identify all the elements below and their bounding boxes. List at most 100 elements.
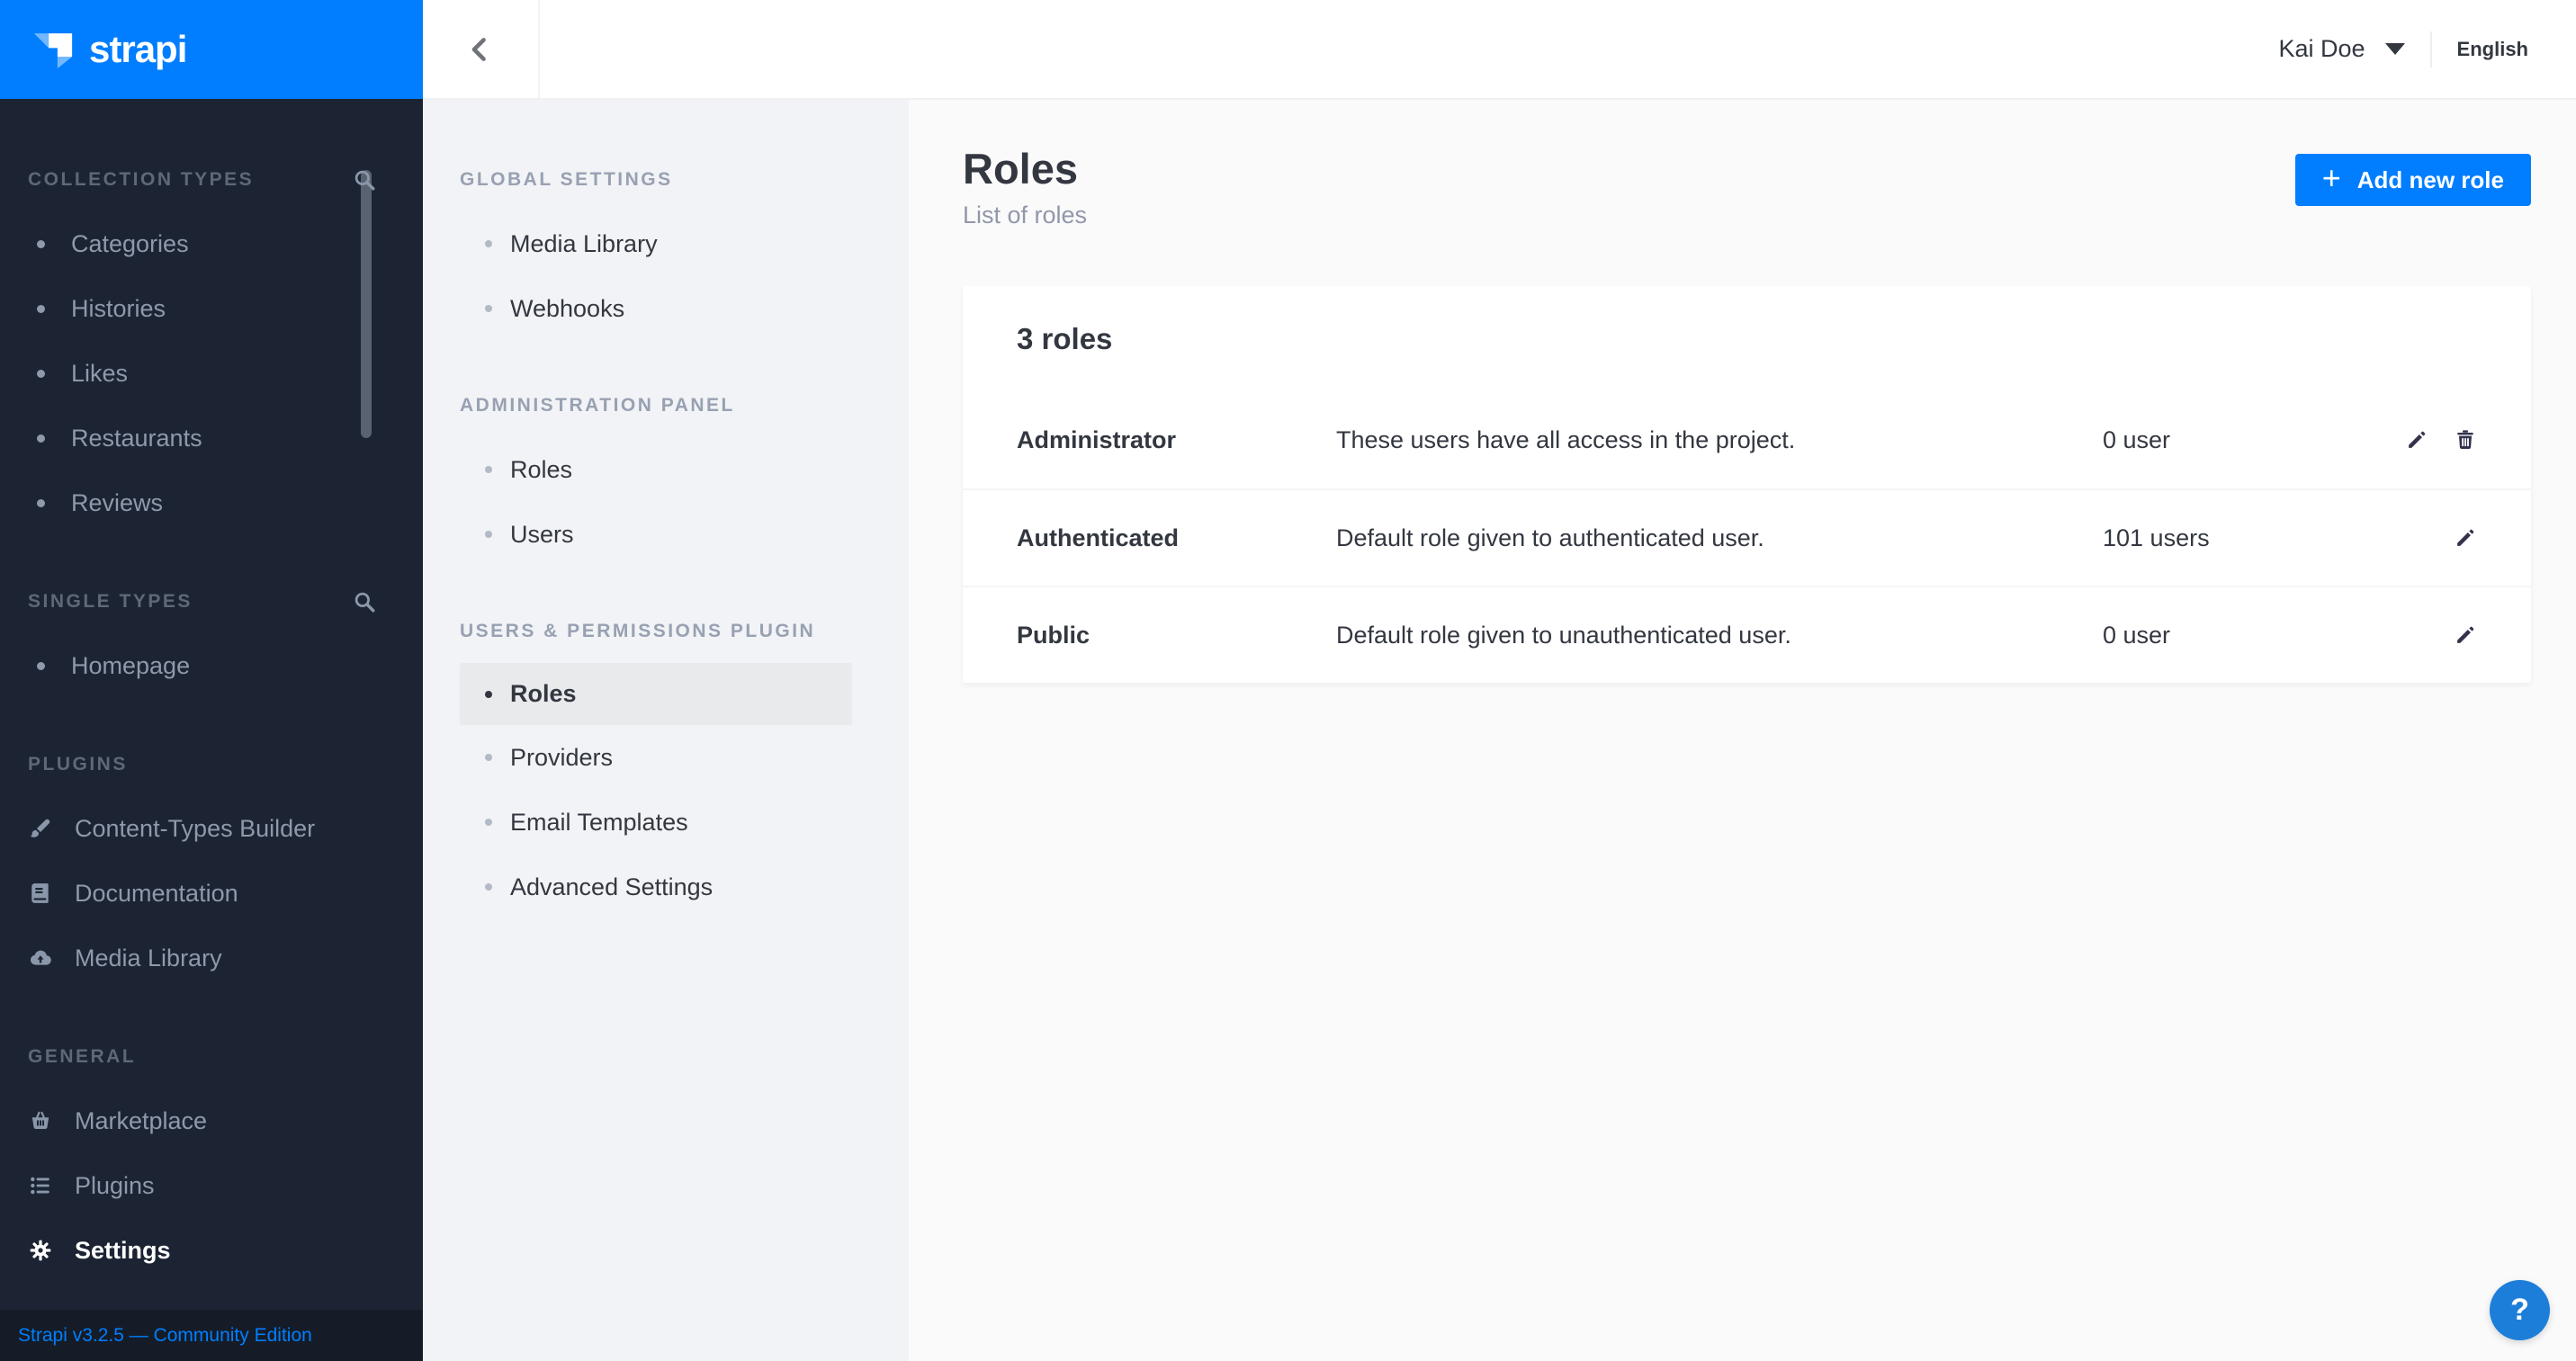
search-icon[interactable] [353,590,376,613]
strapi-logo[interactable]: strapi [0,0,423,99]
row-actions [2391,526,2477,550]
section-title: SINGLE TYPES [28,591,353,613]
back-button[interactable] [423,0,540,98]
sidebar-item-label: Histories [71,295,166,323]
page-header: Roles List of roles + Add new role [963,144,2531,229]
page-title-block: Roles List of roles [963,144,1087,229]
edit-pencil-icon[interactable] [2454,526,2477,550]
edit-pencil-icon[interactable] [2405,428,2428,452]
section-plugins: PLUGINS Content-Types Builder Documentat… [0,732,423,990]
settings-item-admin-users[interactable]: Users [423,502,909,567]
plus-icon: + [2322,162,2341,198]
chevron-left-icon [465,34,496,65]
roles-count-header: 3 roles [963,286,2531,391]
edit-pencil-icon[interactable] [2454,623,2477,647]
settings-item-advanced-settings[interactable]: Advanced Settings [423,855,909,919]
sidebar-item-categories[interactable]: Categories [0,211,423,276]
sidebar-item-reviews[interactable]: Reviews [0,470,423,535]
user-name: Kai Doe [2278,35,2365,63]
role-user-count: 0 user [2103,622,2391,649]
row-actions [2391,623,2477,647]
section-general: GENERAL Marketplace Plugins [0,1025,423,1283]
bullet-icon [37,499,45,507]
main-content: Roles List of roles + Add new role 3 rol… [909,100,2576,1361]
settings-item-label: Roles [510,456,572,484]
language-selector[interactable]: English [2457,38,2528,61]
bullet-icon [485,883,492,891]
sidebar-item-label: Media Library [75,945,222,972]
brand-name: strapi [89,28,186,71]
role-name: Administrator [1017,426,1336,454]
sidebar-item-documentation[interactable]: Documentation [0,861,423,926]
sidebar-item-content-types-builder[interactable]: Content-Types Builder [0,796,423,861]
search-icon[interactable] [353,168,376,192]
sidebar-item-label: Likes [71,360,128,388]
bullet-icon [37,662,45,670]
help-button[interactable]: ? [2490,1280,2550,1340]
section-title: COLLECTION TYPES [28,169,353,191]
strapi-version-link[interactable]: Strapi v3.2.5 — Community Edition [18,1325,312,1347]
sidebar-item-restaurants[interactable]: Restaurants [0,406,423,470]
settings-item-admin-roles[interactable]: Roles [423,437,909,502]
basket-icon [29,1109,52,1133]
bullet-icon [37,240,45,248]
sidebar-item-label: Reviews [71,489,163,517]
bullet-icon [485,466,492,473]
settings-item-up-roles[interactable]: Roles [460,663,852,725]
bullet-icon [485,305,492,312]
role-description: Default role given to authenticated user… [1336,524,2103,552]
sidebar-item-histories[interactable]: Histories [0,276,423,341]
sidebar-item-label: Plugins [75,1172,155,1200]
section-single-types: SINGLE TYPES Homepage [0,569,423,698]
user-menu[interactable]: Kai Doe [2278,35,2404,63]
sidebar-item-media-library[interactable]: Media Library [0,926,423,990]
sidebar-item-marketplace[interactable]: Marketplace [0,1088,423,1153]
delete-trash-icon[interactable] [2454,428,2477,452]
settings-item-media-library[interactable]: Media Library [423,211,909,276]
page-title: Roles [963,144,1087,194]
section-collection-types: COLLECTION TYPES Categories Histories Li… [0,148,423,535]
sidebar-item-settings[interactable]: Settings [0,1218,423,1283]
settings-item-webhooks[interactable]: Webhooks [423,276,909,341]
sidebar-item-label: Categories [71,230,189,258]
settings-section-admin-panel: ADMINISTRATION PANEL Roles Users [423,373,909,567]
main-sidebar: strapi COLLECTION TYPES Categories Histo… [0,0,423,1361]
bullet-icon [37,434,45,443]
topbar: Kai Doe English [423,0,2576,100]
settings-item-email-templates[interactable]: Email Templates [423,790,909,855]
settings-item-providers[interactable]: Providers [423,725,909,790]
settings-section-title: USERS & PERMISSIONS PLUGIN [423,599,909,663]
settings-item-label: Roles [510,680,577,708]
settings-sidebar: GLOBAL SETTINGS Media Library Webhooks A… [423,100,909,1361]
roles-count-label: 3 roles [1017,322,1112,356]
table-row-administrator[interactable]: Administrator These users have all acces… [963,391,2531,488]
role-user-count: 101 users [2103,524,2391,552]
sidebar-item-label: Documentation [75,880,238,908]
sidebar-footer: Strapi v3.2.5 — Community Edition [0,1310,423,1361]
sidebar-item-plugins[interactable]: Plugins [0,1153,423,1218]
sidebar-item-label: Restaurants [71,425,202,452]
settings-item-label: Providers [510,744,613,772]
page-subtitle: List of roles [963,201,1087,229]
add-new-role-button[interactable]: + Add new role [2295,154,2531,206]
strapi-logo-icon [30,26,76,73]
sidebar-item-label: Marketplace [75,1107,207,1135]
bullet-icon [485,240,492,247]
table-row-authenticated[interactable]: Authenticated Default role given to auth… [963,488,2531,586]
table-row-public[interactable]: Public Default role given to unauthentic… [963,586,2531,683]
sidebar-item-label: Settings [75,1237,171,1265]
role-user-count: 0 user [2103,426,2391,454]
row-actions [2391,428,2477,452]
gear-icon [29,1239,52,1262]
settings-section-global: GLOBAL SETTINGS Media Library Webhooks [423,148,909,341]
settings-item-label: Webhooks [510,295,624,323]
sidebar-item-likes[interactable]: Likes [0,341,423,406]
section-title: GENERAL [28,1046,376,1068]
bullet-icon [485,754,492,761]
question-mark-icon: ? [2510,1293,2529,1328]
settings-item-label: Media Library [510,230,658,258]
topbar-right: Kai Doe English [2278,31,2576,67]
role-description: These users have all access in the proje… [1336,426,2103,454]
role-name: Authenticated [1017,524,1336,552]
sidebar-item-homepage[interactable]: Homepage [0,633,423,698]
